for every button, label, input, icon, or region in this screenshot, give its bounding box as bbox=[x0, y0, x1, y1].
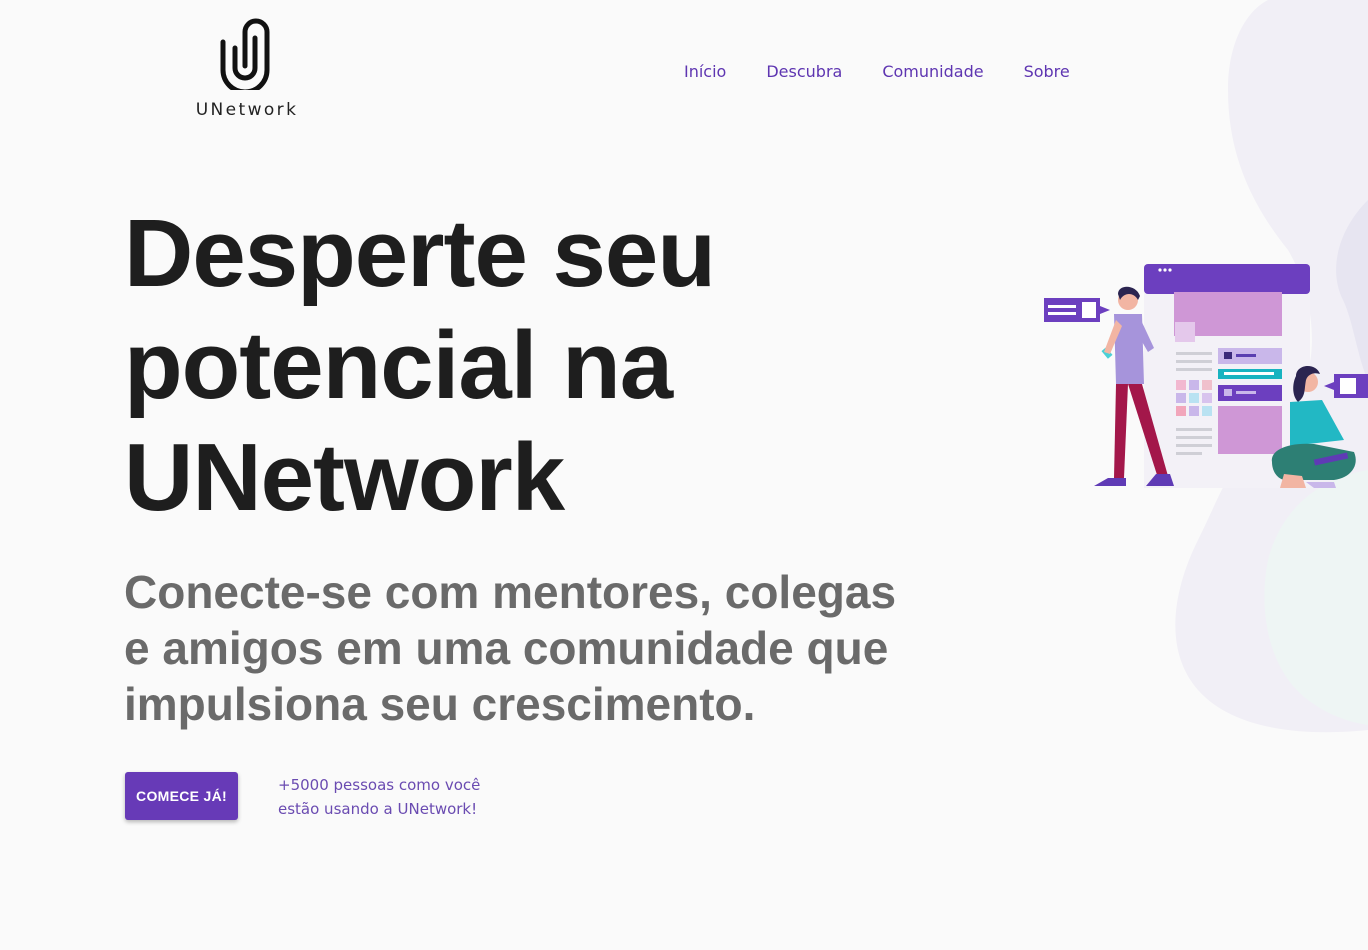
hero-subtitle-line: e amigos em uma comunidade que bbox=[124, 622, 889, 674]
nav-link-descubra[interactable]: Descubra bbox=[766, 62, 842, 81]
people-with-web-page-illustration bbox=[1044, 264, 1368, 488]
users-count-note: +5000 pessoas como você estão usando a U… bbox=[278, 773, 508, 821]
paperclip-u-icon bbox=[220, 18, 270, 90]
hero-subtitle-line: Conecte-se com mentores, colegas bbox=[124, 566, 897, 618]
users-note-line: estão usando a UNetwork! bbox=[278, 800, 478, 818]
hero-title-line: Desperte seu bbox=[124, 200, 716, 307]
brand-name: UNetwork bbox=[195, 100, 299, 120]
brand-logo[interactable]: UNetwork bbox=[195, 18, 299, 120]
nav-link-comunidade[interactable]: Comunidade bbox=[882, 62, 983, 81]
hero-subtitle-line: impulsiona seu crescimento. bbox=[124, 678, 756, 730]
nav-link-sobre[interactable]: Sobre bbox=[1024, 62, 1070, 81]
nav-link-inicio[interactable]: Início bbox=[684, 62, 726, 81]
hero-subtitle: Conecte-se com mentores, colegas e amigo… bbox=[124, 564, 924, 732]
hero-title-line: UNetwork bbox=[124, 424, 565, 531]
users-note-line: +5000 pessoas como você bbox=[278, 776, 481, 794]
hero-title-line: potencial na bbox=[124, 312, 673, 419]
main-nav: Início Descubra Comunidade Sobre bbox=[684, 62, 1070, 81]
get-started-button[interactable]: COMECE JÁ! bbox=[125, 772, 238, 820]
hero-title: Desperte seu potencial na UNetwork bbox=[124, 198, 716, 534]
